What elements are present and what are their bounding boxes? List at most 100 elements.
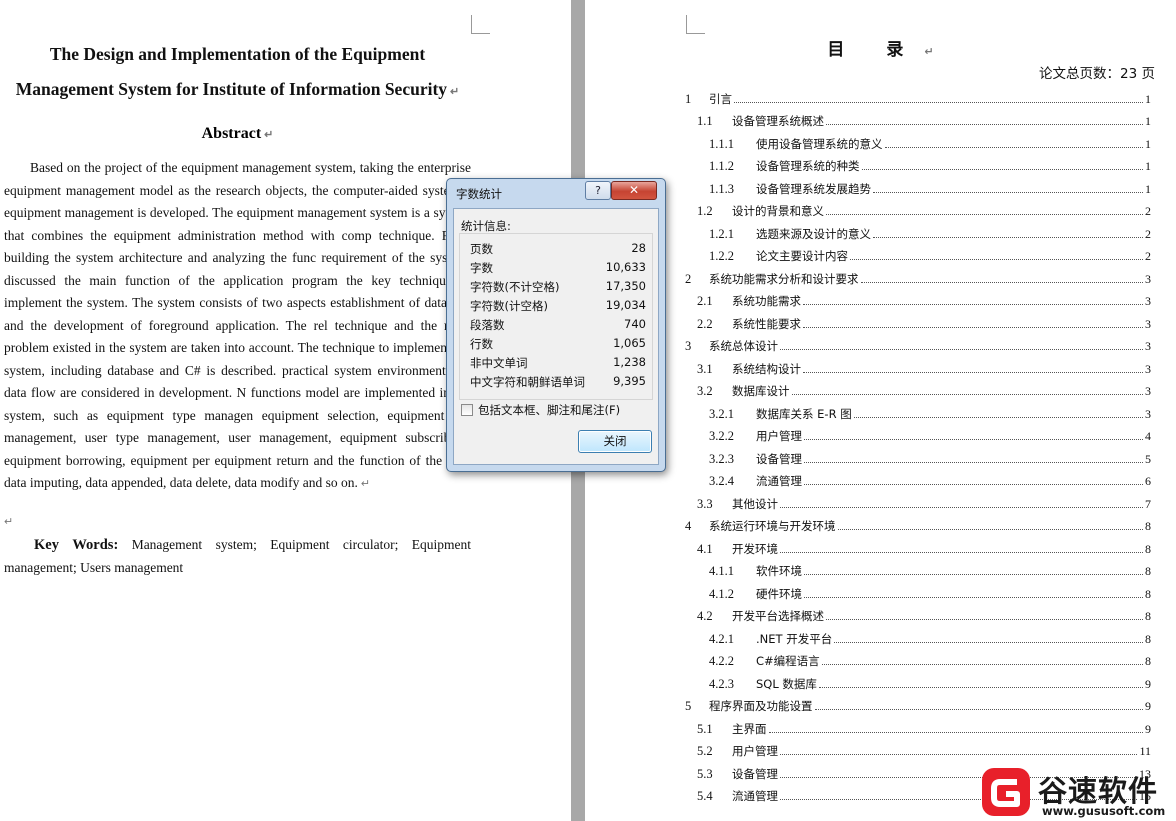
- toc-entry-title: 系统功能需求分析和设计要求: [709, 271, 859, 286]
- toc-leader-dots: [803, 371, 1143, 373]
- toc-entry[interactable]: 4.2.3 SQL 数据库 9: [685, 669, 1151, 692]
- toc-entry-title: 用户管理: [756, 429, 802, 443]
- toc-title: 目 录 ↵: [827, 40, 934, 60]
- toc-page[interactable]: 目 录 ↵ 论文总页数：23 页 1 引言 1 1.1 设备管理系统概述 1 1.1.1 使用设…: [585, 0, 1176, 821]
- toc-entry-title: 硬件环境: [756, 586, 802, 601]
- stat-row: 段落数 740: [464, 317, 646, 336]
- empty-paragraph-mark: ↵: [4, 516, 14, 528]
- toc-entry-title: .NET 开发平台: [756, 631, 833, 646]
- toc-entry[interactable]: 3.2 数据库设计 3: [685, 377, 1151, 400]
- toc-entry-page: 5: [1145, 451, 1151, 466]
- toc-entry[interactable]: 4.2.1 .NET 开发平台 8: [685, 624, 1151, 647]
- toc-leader-dots: [780, 754, 1138, 755]
- toc-leader-dots: [814, 709, 1143, 710]
- toc-entry-number: 4.1.2: [709, 586, 734, 601]
- toc-entry-number: 1.2: [697, 204, 713, 218]
- toc-leader-dots: [861, 169, 1143, 170]
- toc-entry[interactable]: 3.2.4 流通管理 6: [685, 467, 1151, 490]
- stat-label: 字符数(计空格): [470, 299, 548, 313]
- toc-entry-number: 2.2: [697, 316, 713, 331]
- toc-leader-dots: [791, 394, 1143, 395]
- toc-entry-title: 其他设计: [732, 496, 778, 511]
- toc-entry[interactable]: 1.1.2 设备管理系统的种类 1: [685, 152, 1151, 175]
- toc-entry[interactable]: 1.1 设备管理系统概述 1: [685, 107, 1151, 130]
- toc-entry[interactable]: 3.2.3 设备管理 5: [685, 444, 1151, 467]
- toc-entry-title: 系统总体设计: [709, 339, 778, 353]
- toc-entry[interactable]: 3.2.1 数据库关系 E-R 图 3: [685, 399, 1151, 422]
- toc-entry-number: 2: [685, 271, 692, 286]
- include-textboxes-label[interactable]: 包括文本框、脚注和尾注(F): [478, 402, 620, 418]
- toc-leader-dots: [826, 619, 1143, 620]
- stat-row: 字符数(计空格) 19,034: [464, 298, 646, 317]
- toc-entry-page: 2: [1145, 249, 1151, 263]
- paper-title-line-1: The Design and Implementation of the Equ…: [49, 44, 426, 64]
- toc-entry[interactable]: 1.1.1 使用设备管理系统的意义 1: [685, 129, 1151, 152]
- toc-entry[interactable]: 1.2.2 论文主要设计内容 2: [685, 242, 1151, 265]
- toc-entry[interactable]: 1 引言 1: [685, 84, 1151, 107]
- toc-entry-number: 3.2.1: [709, 406, 734, 421]
- page-corner-mark: [686, 15, 705, 34]
- toc-leader-dots: [768, 731, 1143, 733]
- toc-entry-title: 设备管理: [756, 451, 802, 466]
- stat-value: 1,238: [613, 355, 646, 369]
- toc-entry[interactable]: 4.2 开发平台选择概述 8: [685, 602, 1151, 625]
- toc-leader-dots: [860, 281, 1143, 283]
- toc-entry[interactable]: 2.1 系统功能需求 3: [685, 287, 1151, 310]
- toc-leader-dots: [853, 416, 1143, 418]
- toc-list: 1 引言 1 1.1 设备管理系统概述 1 1.1.1 使用设备管理系统的意义 1 1.1.2 设备…: [685, 84, 1151, 804]
- toc-entry-page: 3: [1145, 294, 1151, 308]
- toc-entry[interactable]: 2 系统功能需求分析和设计要求 3: [685, 264, 1151, 287]
- toc-entry-page: 6: [1145, 474, 1151, 488]
- toc-entry-page: 1: [1145, 181, 1151, 196]
- page-corner-mark: [471, 15, 490, 34]
- toc-leader-dots: [826, 214, 1143, 215]
- toc-leader-dots: [803, 326, 1143, 328]
- help-button[interactable]: ?: [585, 181, 611, 200]
- stats-section-label: 统计信息:: [461, 219, 511, 233]
- toc-entry[interactable]: 5.2 用户管理 11: [685, 737, 1151, 760]
- stat-value: 19,034: [605, 298, 646, 312]
- toc-entry[interactable]: 4.1 开发环境 8: [685, 534, 1151, 557]
- toc-entry-page: 1: [1145, 91, 1151, 106]
- toc-entry-number: 1.2.1: [709, 226, 734, 241]
- toc-entry[interactable]: 3.2.2 用户管理 4: [685, 422, 1151, 445]
- toc-entry[interactable]: 2.2 系统性能要求 3: [685, 309, 1151, 332]
- include-textboxes-checkbox[interactable]: [461, 404, 473, 416]
- toc-entry[interactable]: 3 系统总体设计 3: [685, 332, 1151, 355]
- toc-entry-title: 数据库关系 E-R 图: [756, 406, 852, 421]
- toc-entry[interactable]: 3.1 系统结构设计 3: [685, 354, 1151, 377]
- toc-entry-number: 4.1.1: [709, 564, 734, 578]
- toc-leader-dots: [804, 574, 1143, 575]
- toc-entry-page: 3: [1145, 339, 1151, 353]
- toc-entry-number: 3.2: [697, 384, 713, 398]
- toc-leader-dots: [804, 484, 1143, 485]
- toc-entry-page: 1: [1145, 159, 1151, 173]
- toc-entry-page: 9: [1145, 676, 1151, 691]
- toc-entry-page: 3: [1145, 271, 1151, 286]
- toc-entry-number: 3.1: [697, 361, 713, 376]
- toc-entry[interactable]: 1.2 设计的背景和意义 2: [685, 197, 1151, 220]
- toc-entry[interactable]: 1.1.3 设备管理系统发展趋势 1: [685, 174, 1151, 197]
- toc-entry[interactable]: 4.1.1 软件环境 8: [685, 557, 1151, 580]
- total-pages-label: 论文总页数：23 页: [1039, 66, 1155, 82]
- dialog-titlebar[interactable]: 字数统计 ? ✕: [447, 179, 665, 205]
- include-textboxes-checkbox-row[interactable]: 包括文本框、脚注和尾注(F): [461, 402, 620, 418]
- toc-entry[interactable]: 5 程序界面及功能设置 9: [685, 692, 1151, 715]
- close-button[interactable]: 关闭: [578, 430, 652, 453]
- toc-entry-page: 8: [1145, 609, 1151, 623]
- dialog-close-icon[interactable]: ✕: [611, 181, 657, 200]
- stat-value: 17,350: [605, 279, 646, 293]
- toc-entry[interactable]: 4 系统运行环境与开发环境 8: [685, 512, 1151, 535]
- toc-entry[interactable]: 1.2.1 选题来源及设计的意义 2: [685, 219, 1151, 242]
- toc-entry[interactable]: 5.1 主界面 9: [685, 714, 1151, 737]
- toc-entry[interactable]: 3.3 其他设计 7: [685, 489, 1151, 512]
- toc-entry-title: 设计的背景和意义: [732, 204, 824, 218]
- toc-entry[interactable]: 4.1.2 硬件环境 8: [685, 579, 1151, 602]
- stat-value: 9,395: [613, 374, 646, 388]
- stat-label: 行数: [470, 337, 493, 351]
- brand-url: www.gususoft.com: [1042, 804, 1166, 818]
- toc-entry[interactable]: 4.2.2 C#编程语言 8: [685, 647, 1151, 670]
- toc-leader-dots: [734, 101, 1143, 103]
- word-count-dialog[interactable]: 字数统计 ? ✕ 统计信息: 页数 28 字数 10,633 字符数(不计空格) 17,3…: [446, 178, 666, 472]
- toc-entry-page: 9: [1145, 721, 1151, 736]
